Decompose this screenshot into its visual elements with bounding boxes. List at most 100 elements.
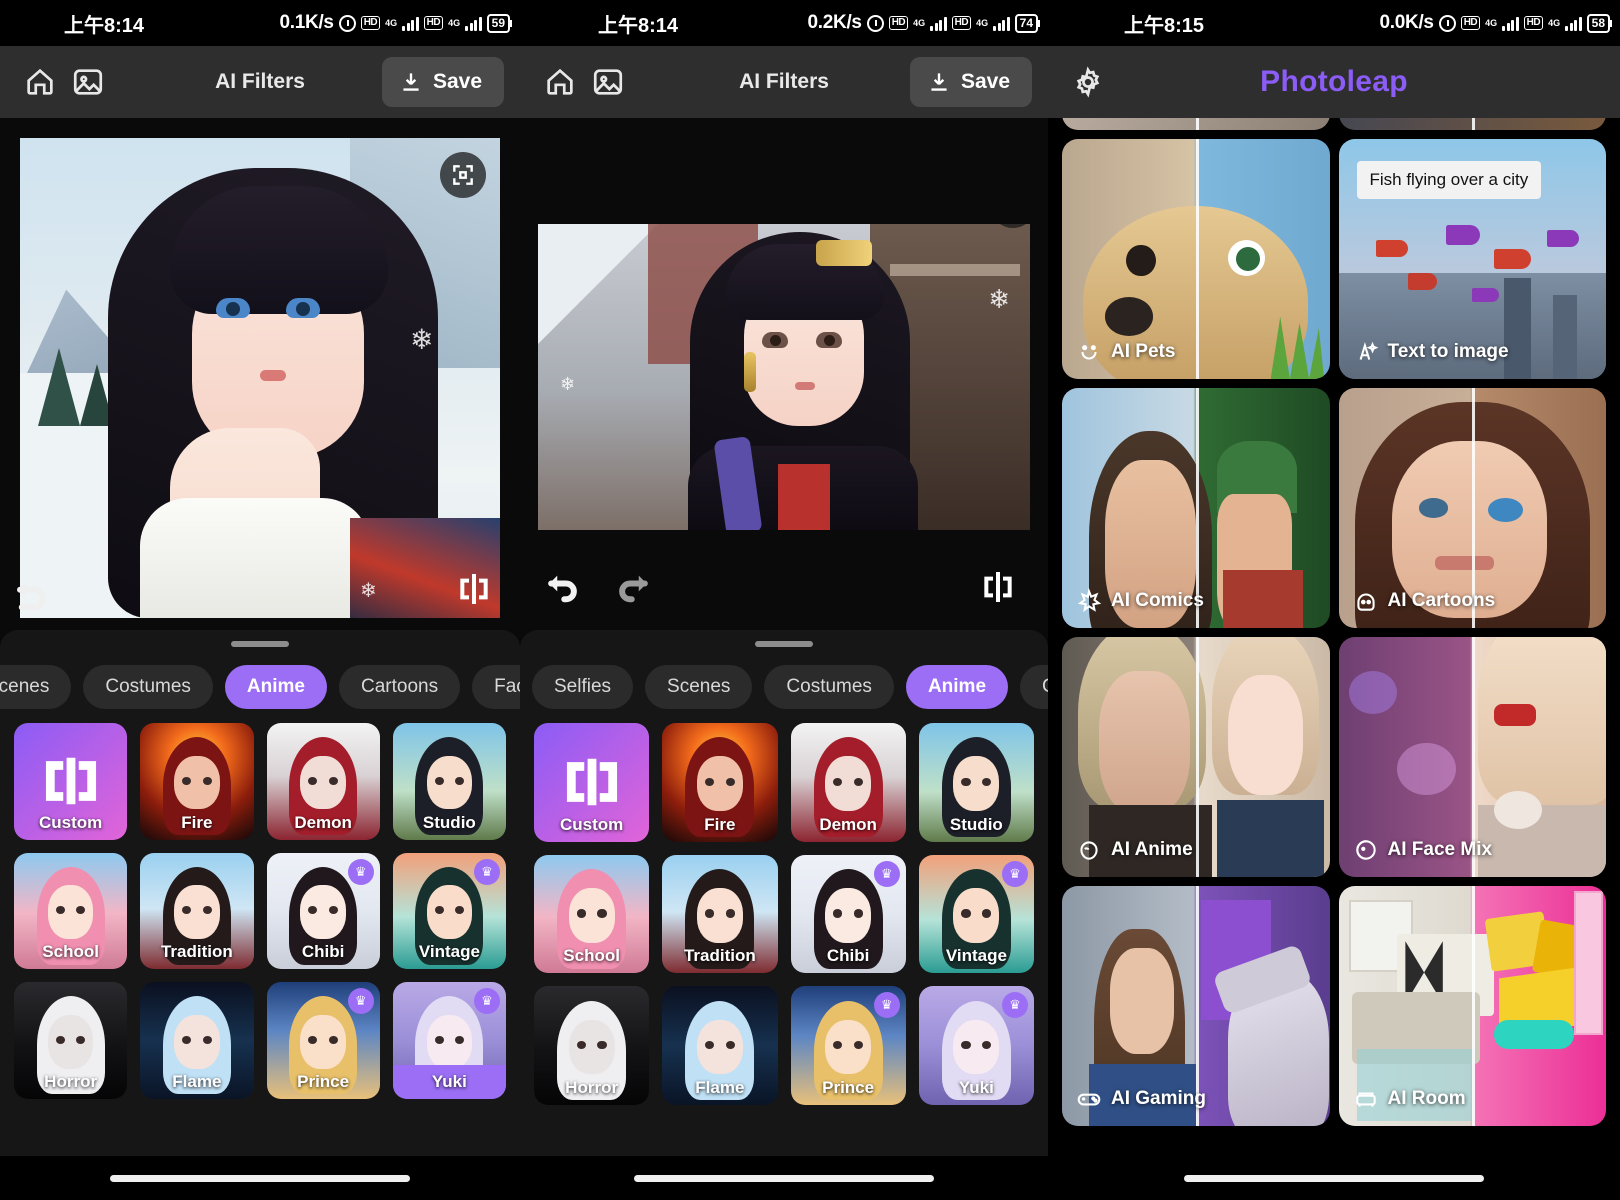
filter-tab-costumes[interactable]: Costumes — [764, 665, 894, 709]
filter-category-tabs-middle[interactable]: Selfies Scenes Costumes Anime Cartoons — [532, 647, 1048, 709]
network-4g-label-1: 4G — [913, 18, 926, 28]
status-time: 上午8:14 — [598, 14, 679, 37]
compare-icon[interactable] — [454, 569, 494, 614]
home-card-ai-pets[interactable]: AI Pets — [1062, 139, 1330, 379]
filter-thumb-school[interactable]: School — [534, 854, 650, 974]
signal-bars-icon-2 — [465, 15, 482, 31]
home-card-ai-costumes[interactable]: AI Costumes — [1062, 118, 1330, 130]
filter-thumb-vintage[interactable]: ♛ Vintage — [918, 854, 1034, 974]
filter-tab-scenes[interactable]: Scenes — [645, 665, 753, 709]
preview-image-middle[interactable]: ❄ ❄ — [538, 224, 1030, 530]
home-card-ai-anime[interactable]: AI Anime — [1062, 637, 1330, 877]
filter-tab-label: Anime — [246, 676, 305, 697]
filter-tab-label: Selfies — [554, 676, 612, 697]
preview-stage-middle: ❄ ❄ — [520, 118, 1048, 630]
home-icon[interactable] — [536, 58, 584, 106]
undo-icon[interactable] — [538, 566, 580, 608]
filter-thumb-custom[interactable]: Custom — [534, 723, 650, 842]
ai-sparkle-icon — [1359, 341, 1378, 360]
filter-thumb-studio[interactable]: Studio — [918, 723, 1034, 842]
filter-thumb-label: Custom — [559, 814, 624, 834]
filter-thumb-studio[interactable]: Studio — [392, 723, 506, 840]
filter-category-tabs-left[interactable]: Scenes Costumes Anime Cartoons Face Mix — [0, 647, 520, 709]
filter-thumb-tradition[interactable]: Tradition — [662, 854, 778, 974]
filter-thumb-flame[interactable]: Flame — [140, 982, 254, 1099]
filter-thumb-chibi[interactable]: ♛ Chibi — [790, 854, 906, 974]
pet-face-icon — [1081, 345, 1097, 360]
filter-tab-label: Costumes — [786, 676, 872, 697]
filter-tab-costumes[interactable]: Costumes — [83, 665, 213, 709]
signal-bars-icon-1 — [402, 15, 419, 31]
filter-thumb-custom[interactable]: Custom — [14, 723, 128, 840]
home-indicator[interactable] — [1184, 1174, 1484, 1182]
home-card-ai-comics[interactable]: AI Comics — [1062, 388, 1330, 628]
app-brand-title: Photoleap — [1260, 65, 1408, 98]
gallery-icon[interactable] — [64, 58, 112, 106]
redo-icon[interactable] — [616, 566, 658, 608]
home-indicator[interactable] — [634, 1174, 934, 1182]
filter-thumb-horror[interactable]: Horror — [534, 986, 650, 1106]
filter-thumb-tradition[interactable]: Tradition — [140, 852, 254, 970]
filter-thumb-vintage[interactable]: ♛ Vintage — [392, 852, 506, 970]
snow-decoration: ❄ — [360, 580, 377, 602]
save-button[interactable]: Save — [909, 57, 1032, 107]
home-card-ai-gaming[interactable]: AI Gaming — [1062, 886, 1330, 1126]
network-4g-label-2: 4G — [448, 18, 461, 28]
before-after-divider — [1195, 139, 1199, 379]
home-card-ai-scenes[interactable]: AI Scenes — [1338, 118, 1606, 130]
filter-thumb-horror[interactable]: Horror — [14, 982, 128, 1099]
status-network-speed: 0.0K/s — [1379, 12, 1434, 33]
home-card-ai-room[interactable]: AI Room — [1338, 886, 1606, 1126]
home-cards-scroll[interactable]: AI Costumes AI Scenes AI Pets — [1048, 118, 1620, 1200]
home-card-label: AI Comics — [1111, 590, 1204, 611]
expand-icon[interactable] — [440, 152, 486, 198]
save-button[interactable]: Save — [381, 57, 504, 107]
home-card-label: Text to image — [1387, 341, 1509, 362]
status-bar-middle: 上午8:14 0.2K/s HD 4G HD 4G 74 — [520, 0, 1048, 46]
filter-thumb-prince[interactable]: ♛ Prince — [790, 986, 906, 1106]
undo-redo-group-middle — [538, 566, 658, 608]
filter-tab-cartoons[interactable]: Cartoons — [1020, 665, 1048, 709]
home-card-label: AI Room — [1387, 1088, 1466, 1109]
home-icon[interactable] — [16, 58, 64, 106]
network-4g-label-1: 4G — [385, 18, 398, 28]
filter-tab-scenes[interactable]: Scenes — [0, 665, 72, 709]
filter-thumb-fire[interactable]: Fire — [662, 723, 778, 842]
filter-thumb-demon[interactable]: Demon — [266, 723, 380, 840]
preview-image-left[interactable]: ❄ ❄ — [20, 138, 500, 618]
filter-thumb-fire[interactable]: Fire — [140, 723, 254, 840]
hd-icon-1: HD — [1460, 16, 1481, 30]
filter-thumb-school[interactable]: School — [14, 852, 128, 970]
filter-thumb-chibi[interactable]: ♛ Chibi — [266, 852, 380, 970]
signal-bars-icon-2 — [1565, 15, 1582, 31]
home-cards-row-clipped: AI Costumes AI Scenes — [1048, 118, 1620, 130]
gear-icon[interactable] — [1064, 58, 1112, 106]
filter-thumb-prince[interactable]: ♛ Prince — [266, 982, 380, 1099]
filter-thumb-label: Horror — [565, 1078, 619, 1098]
filter-tab-label: Scenes — [667, 676, 731, 697]
filter-thumb-label: Yuki — [958, 1078, 994, 1098]
app-header-right: Photoleap — [1048, 46, 1620, 118]
home-card-text-to-image[interactable]: Fish flying over a city Text to image — [1338, 139, 1606, 379]
undo-icon[interactable] — [6, 574, 48, 616]
filter-thumb-yuki[interactable]: ♛ Yuki — [392, 982, 506, 1099]
filter-tab-anime[interactable]: Anime — [905, 665, 1009, 709]
screen-ai-filters-left: 上午8:14 0.1K/s HD 4G HD 4G 59 AI Filters … — [0, 0, 520, 1200]
status-time: 上午8:15 — [1124, 14, 1205, 37]
gallery-icon[interactable] — [584, 58, 632, 106]
filter-tab-anime[interactable]: Anime — [224, 665, 327, 709]
filter-tab-selfies[interactable]: Selfies — [532, 665, 634, 709]
compare-icon[interactable] — [978, 567, 1018, 612]
home-cards-row-5: AI Gaming AI Room — [1048, 886, 1620, 1126]
home-card-ai-face-mix[interactable]: AI Face Mix — [1338, 637, 1606, 877]
status-bar-right: 上午8:15 0.0K/s HD 4G HD 4G 58 — [1048, 0, 1620, 46]
screen-photoleap-home: 上午8:15 0.0K/s HD 4G HD 4G 58 Photoleap A… — [1048, 0, 1620, 1200]
filter-thumb-label: Custom — [38, 812, 103, 832]
home-indicator[interactable] — [110, 1174, 410, 1182]
filter-tab-cartoons[interactable]: Cartoons — [338, 665, 461, 709]
home-card-ai-cartoons[interactable]: AI Cartoons — [1338, 388, 1606, 628]
filter-thumb-yuki[interactable]: ♛ Yuki — [918, 986, 1034, 1106]
filter-tab-face-mix[interactable]: Face Mix — [472, 665, 520, 709]
filter-thumb-flame[interactable]: Flame — [662, 986, 778, 1106]
filter-thumb-demon[interactable]: Demon — [790, 723, 906, 842]
